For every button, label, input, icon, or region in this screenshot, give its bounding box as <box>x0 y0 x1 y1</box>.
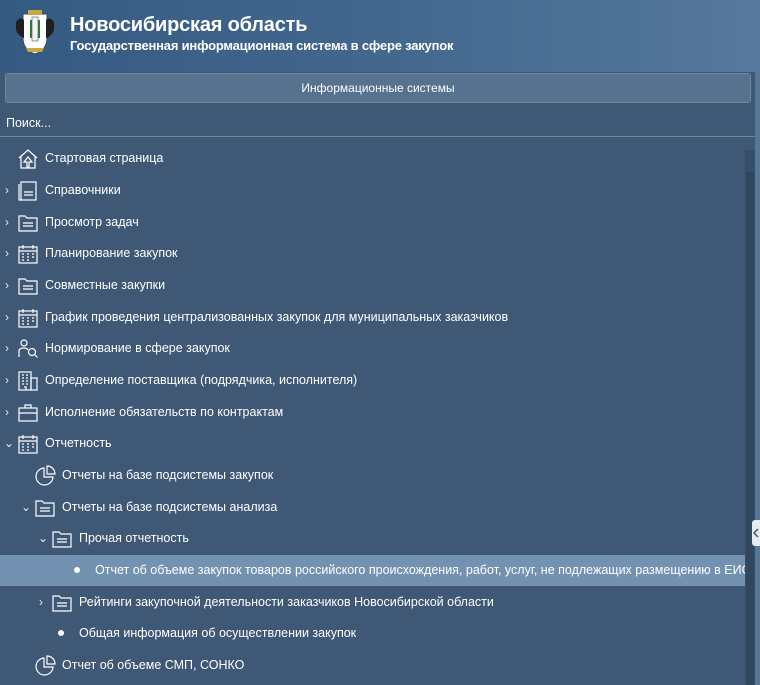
search-input[interactable]: Поиск... <box>0 111 755 137</box>
bullet-icon <box>74 567 80 573</box>
tree-item-start-page[interactable]: Стартовая страница <box>0 143 745 174</box>
chevron-right-icon[interactable]: › <box>5 270 9 301</box>
tree-item-other-reporting[interactable]: ⌄ Прочая отчетность <box>0 523 745 554</box>
tree-item-smp-sonko-report[interactable]: Отчет об объеме СМП, СОНКО <box>0 650 745 681</box>
tree-item-procurement-rationing[interactable]: › Нормирование в сфере закупок <box>0 333 745 364</box>
tree-item-label: Отчет об объеме закупок товаров российск… <box>95 563 751 577</box>
chevron-right-icon[interactable]: › <box>5 365 9 396</box>
chevron-down-icon[interactable]: ⌄ <box>38 523 48 554</box>
tree-item-task-view[interactable]: › Просмотр задач <box>0 207 745 238</box>
chevron-right-icon[interactable]: › <box>5 397 9 428</box>
tree-item-label: Рейтинги закупочной деятельности заказчи… <box>79 595 494 609</box>
chevron-down-icon[interactable]: ⌄ <box>4 428 14 459</box>
building-icon <box>17 370 39 392</box>
region-coat-of-arms-logo <box>12 8 58 56</box>
chevron-right-icon[interactable]: › <box>5 302 9 333</box>
folder-icon <box>17 212 39 234</box>
bullet-icon <box>58 630 64 636</box>
app-subtitle: Государственная информационная система в… <box>70 38 454 53</box>
briefcase-icon <box>17 402 39 424</box>
tree-item-label: Прочая отчетность <box>79 531 189 545</box>
calendar-icon <box>17 243 39 265</box>
chevron-right-icon[interactable]: › <box>5 175 9 206</box>
tree-item-label: Просмотр задач <box>45 215 139 229</box>
tree-item-label: Стартовая страница <box>45 151 164 165</box>
tree-item-label: График проведения централизованных закуп… <box>45 310 509 324</box>
chevron-right-icon[interactable]: › <box>5 238 9 269</box>
tree-item-label: Нормирование в сфере закупок <box>45 341 230 355</box>
section-header-information-systems[interactable]: Информационные системы <box>5 73 751 103</box>
tree-item-label: Отчеты на базе подсистемы закупок <box>62 468 274 482</box>
folder-icon <box>51 528 73 550</box>
tree-item-general-procurement-info[interactable]: Общая информация об осуществлении закупо… <box>0 618 745 649</box>
calendar-icon <box>17 307 39 329</box>
folder-icon <box>34 497 56 519</box>
tree-item-joint-procurement[interactable]: › Совместные закупки <box>0 270 745 301</box>
tree-item-procurement-ratings[interactable]: › Рейтинги закупочной деятельности заказ… <box>0 587 745 618</box>
tree-item-analysis-subsystem-reports[interactable]: ⌄ Отчеты на базе подсистемы анализа <box>0 492 745 523</box>
tree-item-procurement-planning[interactable]: › Планирование закупок <box>0 238 745 269</box>
pie-chart-icon <box>34 465 56 487</box>
tree-item-label: Отчеты на базе подсистемы анализа <box>62 500 278 514</box>
chevron-right-icon[interactable]: › <box>5 207 9 238</box>
tree-item-label: Совместные закупки <box>45 278 166 292</box>
app-title: Новосибирская область <box>70 14 308 36</box>
pie-chart-icon <box>34 655 56 677</box>
folder-icon <box>51 592 73 614</box>
chevron-down-icon[interactable]: ⌄ <box>21 492 31 523</box>
tree-item-russian-goods-report[interactable]: Отчет об объеме закупок товаров российск… <box>0 555 751 586</box>
calendar-icon <box>17 433 39 455</box>
tree-item-supplier-determination[interactable]: › Определение поставщика (подрядчика, ис… <box>0 365 745 396</box>
tree-item-label: Отчет об объеме СМП, СОНКО <box>62 658 245 672</box>
app-header: Новосибирская область Государственная ин… <box>0 0 760 72</box>
panel-collapse-handle[interactable] <box>752 520 760 546</box>
tree-item-centralized-schedule[interactable]: › График проведения централизованных зак… <box>0 302 745 333</box>
tree-item-label: Общая информация об осуществлении закупо… <box>79 626 357 640</box>
chevron-right-icon[interactable]: › <box>39 587 43 618</box>
user-search-icon <box>17 338 39 360</box>
right-panel-edge <box>755 72 760 685</box>
tree-item-contract-execution[interactable]: › Исполнение обязательств по контрактам <box>0 397 745 428</box>
document-list-icon <box>17 180 39 202</box>
tree-item-label: Планирование закупок <box>45 246 178 260</box>
tree-item-reporting[interactable]: ⌄ Отчетность <box>0 428 745 459</box>
folder-icon <box>17 275 39 297</box>
tree-item-procurement-subsystem-reports[interactable]: Отчеты на базе подсистемы закупок <box>0 460 745 491</box>
tree-item-label: Исполнение обязательств по контрактам <box>45 405 284 419</box>
tree-item-label: Отчетность <box>45 436 112 450</box>
tree-item-label: Справочники <box>45 183 121 197</box>
chevron-right-icon[interactable]: › <box>5 333 9 364</box>
scrollbar-thumb[interactable] <box>746 172 754 685</box>
tree-item-label: Определение поставщика (подрядчика, испо… <box>45 373 358 387</box>
tree-item-directories[interactable]: › Справочники <box>0 175 745 206</box>
home-icon <box>17 148 39 170</box>
